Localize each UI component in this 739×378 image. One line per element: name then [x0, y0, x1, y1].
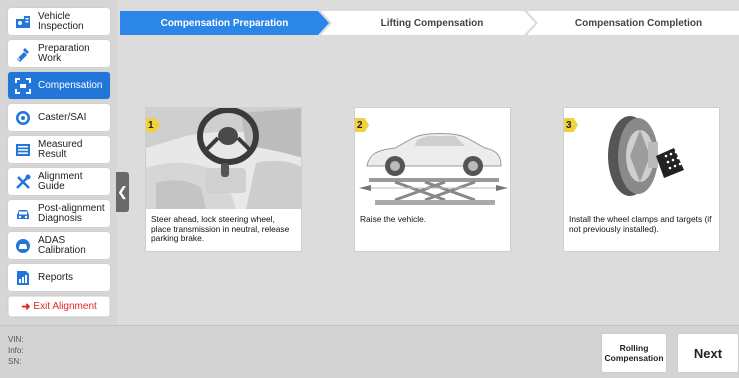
- sidebar-item-label: Measured Result: [38, 138, 83, 160]
- instruction-text: Raise the vehicle.: [360, 214, 427, 224]
- vin-label: VIN:: [8, 335, 24, 344]
- step-lifting-compensation: Lifting Compensation: [321, 11, 535, 35]
- sidebar-item-label: Caster/SAI: [38, 111, 87, 123]
- sidebar-item-reports[interactable]: Reports: [8, 264, 110, 291]
- instruction-card-3: 3 Install the wheel clamps and targets (…: [563, 107, 720, 252]
- exit-icon: ➜: [21, 301, 31, 313]
- chevron-left-icon: ❮: [117, 184, 128, 199]
- step-label: Compensation Preparation: [160, 17, 289, 29]
- sidebar-item-label: Alignment Guide: [38, 170, 83, 192]
- sidebar-item-post-alignment-diagnosis[interactable]: Post-alignment Diagnosis: [8, 200, 110, 227]
- sidebar-item-preparation-work[interactable]: Preparation Work: [8, 40, 110, 67]
- sidebar-item-label: Post-alignment Diagnosis: [38, 202, 105, 224]
- instruction-text: Install the wheel clamps and targets (if…: [569, 214, 712, 234]
- reports-icon: [14, 269, 32, 287]
- main-content: 1 Steer ahead, lock steering wheel, plac…: [129, 38, 739, 325]
- sidebar-item-label: Vehicle Inspection: [38, 10, 84, 32]
- exit-alignment-button[interactable]: ➜ Exit Alignment: [8, 296, 110, 317]
- sidebar-collapse-handle[interactable]: ❮: [116, 172, 129, 212]
- instruction-card-1: 1 Steer ahead, lock steering wheel, plac…: [145, 107, 302, 252]
- post-alignment-icon: [14, 205, 32, 223]
- instruction-text: Steer ahead, lock steering wheel, place …: [151, 214, 290, 243]
- step-label: Lifting Compensation: [380, 17, 484, 29]
- instruction-card-2: 2 Raise the vehicle.: [354, 107, 511, 252]
- vehicle-lift-image: 2: [355, 108, 510, 209]
- alignment-app: Vehicle Inspection Preparation Work Comp…: [0, 0, 739, 378]
- compensation-icon: [14, 77, 32, 95]
- sidebar-item-compensation[interactable]: Compensation: [8, 72, 110, 99]
- sn-label: SN:: [8, 357, 22, 366]
- rolling-compensation-button[interactable]: Rolling Compensation: [601, 333, 667, 373]
- preparation-icon: [14, 45, 32, 63]
- sidebar-item-label: ADAS Calibration: [38, 234, 86, 256]
- sidebar: Vehicle Inspection Preparation Work Comp…: [0, 0, 117, 325]
- sidebar-item-adas-calibration[interactable]: ADAS Calibration: [8, 232, 110, 259]
- alignment-guide-icon: [14, 173, 32, 191]
- info-label: Info:: [8, 346, 24, 355]
- next-button[interactable]: Next: [677, 333, 739, 373]
- sidebar-item-label: Compensation: [38, 79, 103, 91]
- wheel-clamp-image: 3: [564, 108, 719, 209]
- sidebar-item-vehicle-inspection[interactable]: Vehicle Inspection: [8, 8, 110, 35]
- bottom-bar: VIN: Info: SN: Rolling Compensation Next: [0, 325, 739, 378]
- adas-icon: [14, 237, 32, 255]
- measured-result-icon: [14, 141, 32, 159]
- step-label: Compensation Completion: [574, 17, 703, 29]
- sidebar-item-label: Preparation Work: [38, 42, 90, 64]
- steering-wheel-image: 1: [146, 108, 301, 209]
- sidebar-item-caster-sai[interactable]: Caster/SAI: [8, 104, 110, 131]
- exit-alignment-label: Exit Alignment: [33, 300, 97, 312]
- step-progress-bar: Compensation Preparation Lifting Compens…: [120, 11, 739, 35]
- step-compensation-completion: Compensation Completion: [527, 11, 739, 35]
- sidebar-item-label: Reports: [38, 271, 74, 283]
- caster-icon: [14, 109, 32, 127]
- sidebar-item-measured-result[interactable]: Measured Result: [8, 136, 110, 163]
- vehicle-inspection-icon: [14, 13, 32, 31]
- step-compensation-preparation: Compensation Preparation: [120, 11, 329, 35]
- vehicle-info: VIN: Info: SN:: [8, 334, 24, 367]
- sidebar-item-alignment-guide[interactable]: Alignment Guide: [8, 168, 110, 195]
